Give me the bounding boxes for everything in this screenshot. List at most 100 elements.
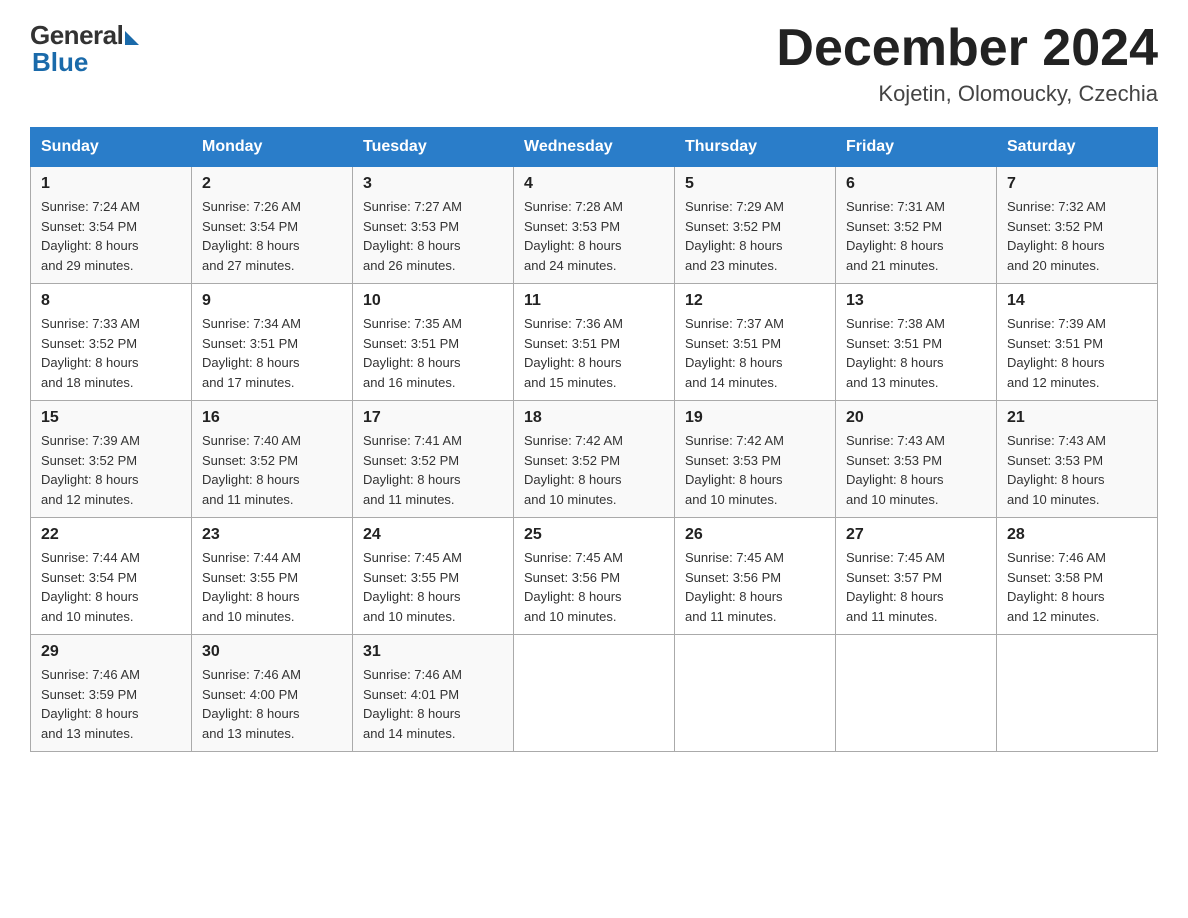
day-info: Sunrise: 7:46 AMSunset: 3:59 PMDaylight:… bbox=[41, 665, 181, 743]
calendar-cell: 14 Sunrise: 7:39 AMSunset: 3:51 PMDayligh… bbox=[997, 284, 1158, 401]
week-row-5: 29 Sunrise: 7:46 AMSunset: 3:59 PMDayligh… bbox=[31, 635, 1158, 752]
day-number: 10 bbox=[363, 292, 503, 310]
day-number: 22 bbox=[41, 526, 181, 544]
calendar-cell: 9 Sunrise: 7:34 AMSunset: 3:51 PMDaylight… bbox=[192, 284, 353, 401]
calendar-table: SundayMondayTuesdayWednesdayThursdayFrid… bbox=[30, 127, 1158, 752]
location-text: Kojetin, Olomoucky, Czechia bbox=[776, 81, 1158, 107]
day-info: Sunrise: 7:44 AMSunset: 3:55 PMDaylight:… bbox=[202, 548, 342, 626]
day-info: Sunrise: 7:45 AMSunset: 3:56 PMDaylight:… bbox=[685, 548, 825, 626]
calendar-cell: 7 Sunrise: 7:32 AMSunset: 3:52 PMDaylight… bbox=[997, 167, 1158, 284]
day-info: Sunrise: 7:45 AMSunset: 3:55 PMDaylight:… bbox=[363, 548, 503, 626]
calendar-cell: 20 Sunrise: 7:43 AMSunset: 3:53 PMDayligh… bbox=[836, 401, 997, 518]
day-number: 23 bbox=[202, 526, 342, 544]
day-number: 14 bbox=[1007, 292, 1147, 310]
day-info: Sunrise: 7:42 AMSunset: 3:53 PMDaylight:… bbox=[685, 431, 825, 509]
day-number: 7 bbox=[1007, 175, 1147, 193]
day-info: Sunrise: 7:28 AMSunset: 3:53 PMDaylight:… bbox=[524, 197, 664, 275]
day-info: Sunrise: 7:39 AMSunset: 3:52 PMDaylight:… bbox=[41, 431, 181, 509]
calendar-cell: 13 Sunrise: 7:38 AMSunset: 3:51 PMDayligh… bbox=[836, 284, 997, 401]
weekday-header-sunday: Sunday bbox=[31, 128, 192, 167]
calendar-cell: 21 Sunrise: 7:43 AMSunset: 3:53 PMDayligh… bbox=[997, 401, 1158, 518]
day-info: Sunrise: 7:45 AMSunset: 3:57 PMDaylight:… bbox=[846, 548, 986, 626]
day-number: 19 bbox=[685, 409, 825, 427]
day-info: Sunrise: 7:46 AMSunset: 3:58 PMDaylight:… bbox=[1007, 548, 1147, 626]
day-number: 5 bbox=[685, 175, 825, 193]
logo-arrow-icon bbox=[125, 31, 139, 45]
calendar-cell: 3Sunrise: 7:27 AMSunset: 3:53 PMDaylight… bbox=[353, 167, 514, 284]
day-info: Sunrise: 7:46 AMSunset: 4:01 PMDaylight:… bbox=[363, 665, 503, 743]
week-row-3: 15 Sunrise: 7:39 AMSunset: 3:52 PMDayligh… bbox=[31, 401, 1158, 518]
calendar-cell bbox=[675, 635, 836, 752]
calendar-cell: 6Sunrise: 7:31 AMSunset: 3:52 PMDaylight… bbox=[836, 167, 997, 284]
day-info: Sunrise: 7:35 AMSunset: 3:51 PMDaylight:… bbox=[363, 314, 503, 392]
weekday-header-monday: Monday bbox=[192, 128, 353, 167]
day-info: Sunrise: 7:44 AMSunset: 3:54 PMDaylight:… bbox=[41, 548, 181, 626]
calendar-cell: 24Sunrise: 7:45 AMSunset: 3:55 PMDayligh… bbox=[353, 518, 514, 635]
day-number: 12 bbox=[685, 292, 825, 310]
day-info: Sunrise: 7:32 AMSunset: 3:52 PMDaylight:… bbox=[1007, 197, 1147, 275]
day-number: 27 bbox=[846, 526, 986, 544]
month-title: December 2024 bbox=[776, 20, 1158, 77]
title-section: December 2024 Kojetin, Olomoucky, Czechi… bbox=[776, 20, 1158, 107]
day-number: 18 bbox=[524, 409, 664, 427]
day-info: Sunrise: 7:31 AMSunset: 3:52 PMDaylight:… bbox=[846, 197, 986, 275]
day-info: Sunrise: 7:37 AMSunset: 3:51 PMDaylight:… bbox=[685, 314, 825, 392]
day-number: 30 bbox=[202, 643, 342, 661]
weekday-header-row: SundayMondayTuesdayWednesdayThursdayFrid… bbox=[31, 128, 1158, 167]
day-number: 26 bbox=[685, 526, 825, 544]
logo-blue-text: Blue bbox=[32, 47, 88, 78]
calendar-cell: 31 Sunrise: 7:46 AMSunset: 4:01 PMDayligh… bbox=[353, 635, 514, 752]
calendar-cell: 15 Sunrise: 7:39 AMSunset: 3:52 PMDayligh… bbox=[31, 401, 192, 518]
day-info: Sunrise: 7:24 AMSunset: 3:54 PMDaylight:… bbox=[41, 197, 181, 275]
calendar-cell: 28 Sunrise: 7:46 AMSunset: 3:58 PMDayligh… bbox=[997, 518, 1158, 635]
day-number: 29 bbox=[41, 643, 181, 661]
calendar-cell bbox=[514, 635, 675, 752]
day-number: 28 bbox=[1007, 526, 1147, 544]
weekday-header-tuesday: Tuesday bbox=[353, 128, 514, 167]
calendar-cell: 1 Sunrise: 7:24 AMSunset: 3:54 PMDaylight… bbox=[31, 167, 192, 284]
calendar-cell bbox=[997, 635, 1158, 752]
day-info: Sunrise: 7:29 AMSunset: 3:52 PMDaylight:… bbox=[685, 197, 825, 275]
weekday-header-saturday: Saturday bbox=[997, 128, 1158, 167]
day-info: Sunrise: 7:46 AMSunset: 4:00 PMDaylight:… bbox=[202, 665, 342, 743]
calendar-cell: 19 Sunrise: 7:42 AMSunset: 3:53 PMDayligh… bbox=[675, 401, 836, 518]
calendar-cell: 16 Sunrise: 7:40 AMSunset: 3:52 PMDayligh… bbox=[192, 401, 353, 518]
day-number: 16 bbox=[202, 409, 342, 427]
day-info: Sunrise: 7:39 AMSunset: 3:51 PMDaylight:… bbox=[1007, 314, 1147, 392]
calendar-cell: 27 Sunrise: 7:45 AMSunset: 3:57 PMDayligh… bbox=[836, 518, 997, 635]
day-info: Sunrise: 7:38 AMSunset: 3:51 PMDaylight:… bbox=[846, 314, 986, 392]
calendar-cell: 26 Sunrise: 7:45 AMSunset: 3:56 PMDayligh… bbox=[675, 518, 836, 635]
day-number: 1 bbox=[41, 175, 181, 193]
day-number: 17 bbox=[363, 409, 503, 427]
day-info: Sunrise: 7:27 AMSunset: 3:53 PMDaylight:… bbox=[363, 197, 503, 275]
calendar-cell: 2 Sunrise: 7:26 AMSunset: 3:54 PMDaylight… bbox=[192, 167, 353, 284]
day-info: Sunrise: 7:42 AMSunset: 3:52 PMDaylight:… bbox=[524, 431, 664, 509]
day-number: 31 bbox=[363, 643, 503, 661]
weekday-header-thursday: Thursday bbox=[675, 128, 836, 167]
day-number: 20 bbox=[846, 409, 986, 427]
day-number: 9 bbox=[202, 292, 342, 310]
calendar-cell: 22 Sunrise: 7:44 AMSunset: 3:54 PMDayligh… bbox=[31, 518, 192, 635]
day-info: Sunrise: 7:43 AMSunset: 3:53 PMDaylight:… bbox=[1007, 431, 1147, 509]
day-info: Sunrise: 7:43 AMSunset: 3:53 PMDaylight:… bbox=[846, 431, 986, 509]
day-info: Sunrise: 7:33 AMSunset: 3:52 PMDaylight:… bbox=[41, 314, 181, 392]
day-number: 2 bbox=[202, 175, 342, 193]
calendar-cell: 5 Sunrise: 7:29 AMSunset: 3:52 PMDaylight… bbox=[675, 167, 836, 284]
day-info: Sunrise: 7:40 AMSunset: 3:52 PMDaylight:… bbox=[202, 431, 342, 509]
day-info: Sunrise: 7:26 AMSunset: 3:54 PMDaylight:… bbox=[202, 197, 342, 275]
day-number: 4 bbox=[524, 175, 664, 193]
day-number: 25 bbox=[524, 526, 664, 544]
calendar-cell: 4 Sunrise: 7:28 AMSunset: 3:53 PMDaylight… bbox=[514, 167, 675, 284]
day-number: 8 bbox=[41, 292, 181, 310]
day-number: 13 bbox=[846, 292, 986, 310]
logo: General Blue bbox=[30, 20, 139, 78]
calendar-cell: 17Sunrise: 7:41 AMSunset: 3:52 PMDayligh… bbox=[353, 401, 514, 518]
page-header: General Blue December 2024 Kojetin, Olom… bbox=[30, 20, 1158, 107]
week-row-4: 22 Sunrise: 7:44 AMSunset: 3:54 PMDayligh… bbox=[31, 518, 1158, 635]
day-number: 21 bbox=[1007, 409, 1147, 427]
weekday-header-friday: Friday bbox=[836, 128, 997, 167]
day-number: 15 bbox=[41, 409, 181, 427]
day-info: Sunrise: 7:34 AMSunset: 3:51 PMDaylight:… bbox=[202, 314, 342, 392]
calendar-cell: 11Sunrise: 7:36 AMSunset: 3:51 PMDayligh… bbox=[514, 284, 675, 401]
calendar-cell: 29 Sunrise: 7:46 AMSunset: 3:59 PMDayligh… bbox=[31, 635, 192, 752]
